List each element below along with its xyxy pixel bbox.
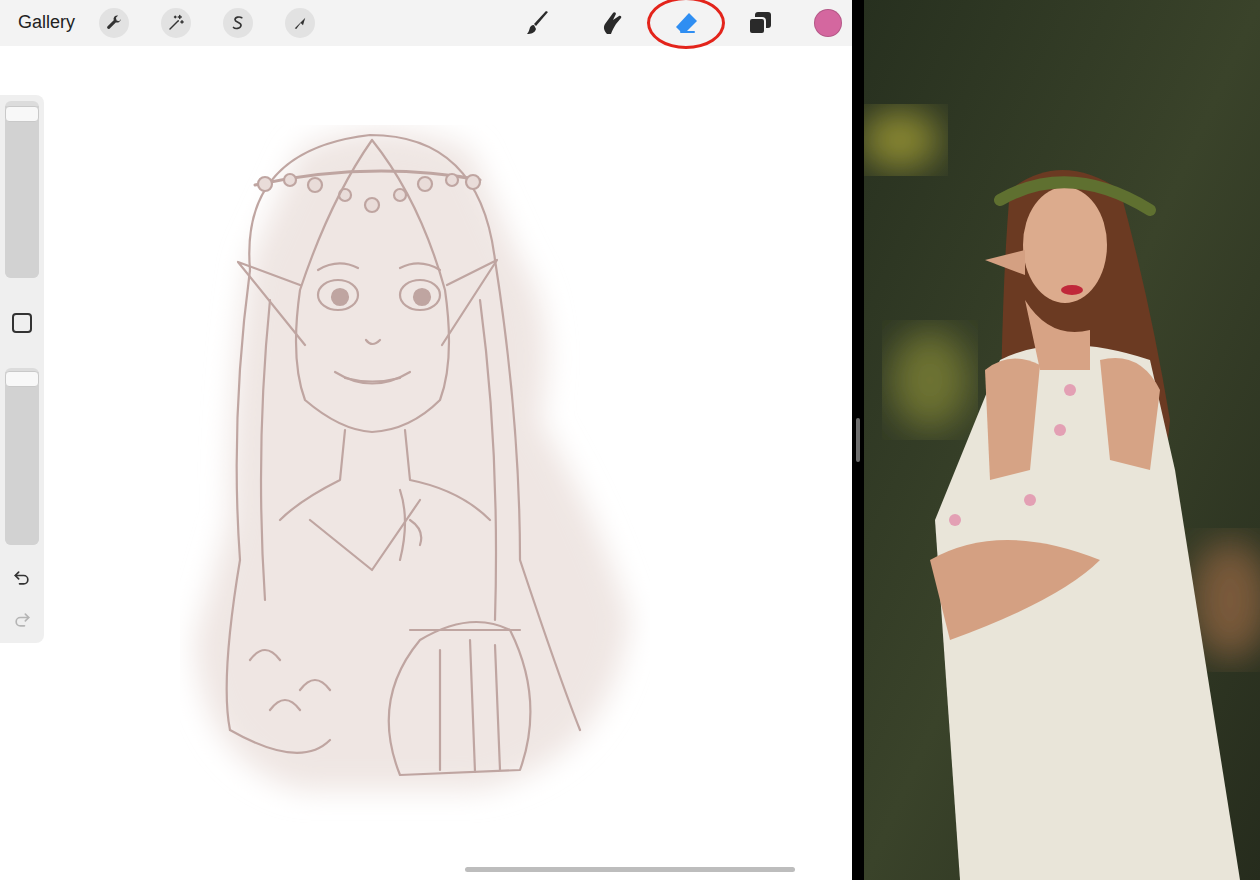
split-view: Gallery [0,0,1260,880]
opacity-slider-fill [5,372,39,546]
reference-photo [864,0,1260,880]
gallery-button[interactable]: Gallery [18,10,79,36]
opacity-slider-thumb[interactable] [5,371,39,387]
color-swatch[interactable] [814,9,842,37]
tool-buttons [518,3,842,43]
brush-size-slider-fill [5,106,39,278]
actions-wrench-icon[interactable] [99,8,129,38]
elf-sketch [180,125,650,825]
brush-icon[interactable] [518,3,558,43]
sidebar [0,95,44,643]
procreate-pane: Gallery [0,0,852,880]
undo-icon[interactable] [5,561,39,595]
smudge-icon[interactable] [592,3,632,43]
brush-size-slider[interactable] [5,101,39,278]
top-toolbar: Gallery [0,0,852,46]
layers-icon[interactable] [740,3,780,43]
action-buttons [99,8,315,38]
drawing-canvas[interactable] [0,46,852,880]
split-divider[interactable] [852,0,864,880]
eraser-icon[interactable] [666,3,706,43]
opacity-slider[interactable] [5,368,39,545]
highlight-circle [647,0,725,49]
home-indicator [465,867,795,872]
brush-size-slider-thumb[interactable] [5,106,39,122]
selection-icon[interactable] [223,8,253,38]
divider-handle[interactable] [856,418,860,462]
redo-icon[interactable] [5,603,39,637]
adjustments-wand-icon[interactable] [161,8,191,38]
modify-square-button[interactable] [12,313,32,333]
transform-arrow-icon[interactable] [285,8,315,38]
